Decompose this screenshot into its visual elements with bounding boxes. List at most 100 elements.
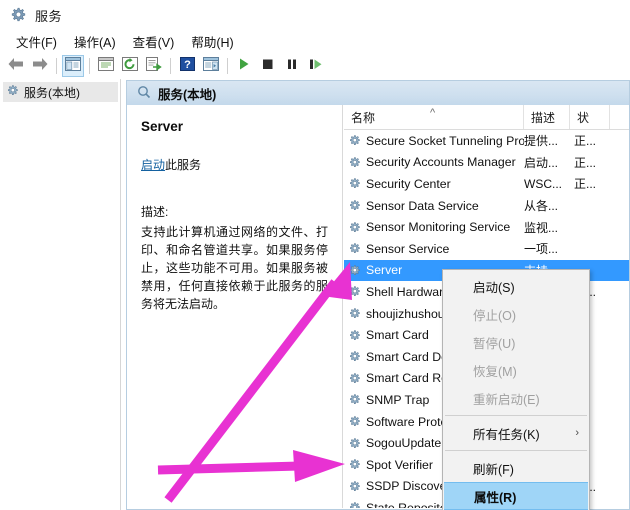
services-window: 服务 文件(F) 操作(A) 查看(V) 帮助(H) ? 服务(本地) 服务(本…	[0, 0, 630, 510]
cell-description: 监视...	[524, 220, 559, 235]
service-gear-icon	[348, 458, 361, 471]
menu-view[interactable]: 查看(V)	[125, 30, 184, 53]
service-name-label: Sensor Monitoring Service	[366, 220, 511, 235]
toolbar-pause[interactable]	[281, 55, 303, 77]
service-gear-icon	[348, 221, 361, 234]
stop-icon	[261, 57, 275, 76]
cell-name: Security Center	[344, 177, 524, 191]
service-name-label: Server	[366, 263, 403, 278]
toolbar-forward[interactable]	[29, 55, 51, 77]
service-gear-icon	[348, 242, 361, 255]
toolbar-separator-4	[227, 58, 228, 74]
menu-bar: 文件(F) 操作(A) 查看(V) 帮助(H)	[0, 30, 630, 53]
column-header-status-label: 状	[577, 110, 590, 125]
ctx-stop: 停止(O)	[443, 300, 589, 328]
cell-description: 一项...	[524, 242, 559, 257]
ctx-all-tasks-label: 所有任务(K)	[473, 427, 540, 442]
service-name-label: SNMP Trap	[366, 392, 430, 407]
cell-name: Sensor Data Service	[344, 199, 524, 213]
show-tree-icon	[65, 56, 81, 76]
cell-name: Secure Socket Tunneling Protocol...	[344, 134, 524, 148]
list-header: 名称 ^ 描述 状	[344, 105, 629, 130]
toolbar-separator-2	[89, 58, 90, 74]
service-gear-icon	[348, 372, 361, 385]
table-row[interactable]: Security Center WSC... 正...	[344, 173, 629, 195]
toolbar: ?	[0, 53, 630, 79]
cell-status: 正...	[574, 155, 597, 170]
ctx-start-label: 启动(S)	[473, 280, 515, 295]
ctx-all-tasks[interactable]: 所有任务(K) ›	[443, 419, 589, 447]
chevron-right-icon: ›	[575, 427, 579, 439]
toolbar-stop[interactable]	[257, 55, 279, 77]
ctx-restart: 重新启动(E)	[443, 384, 589, 412]
cell-name: Sensor Service	[344, 242, 524, 256]
menu-help[interactable]: 帮助(H)	[183, 30, 242, 53]
toolbar-show-tree[interactable]	[62, 55, 84, 77]
cell-status: 正...	[574, 177, 597, 192]
service-gear-icon	[348, 134, 361, 147]
table-row[interactable]: Sensor Service 一项...	[344, 238, 629, 260]
toolbar-help[interactable]: ?	[176, 55, 198, 77]
service-gear-icon	[348, 480, 361, 493]
column-header-name-label: 名称	[351, 110, 376, 125]
toolbar-start[interactable]	[233, 55, 255, 77]
table-row[interactable]: Secure Socket Tunneling Protocol...提供...…	[344, 130, 629, 152]
refresh-icon	[122, 56, 138, 76]
description-text: 支持此计算机通过网络的文件、打印、和命名管道共享。如果服务停止，这些功能不可用。…	[141, 225, 328, 311]
table-row[interactable]: Security Accounts Manager 启动... 正...	[344, 152, 629, 174]
service-gear-icon	[348, 177, 361, 190]
services-magnifier-icon	[137, 85, 151, 102]
toolbar-refresh[interactable]	[119, 55, 141, 77]
cell-description: WSC...	[524, 176, 562, 191]
column-header-description[interactable]: 描述	[524, 105, 570, 129]
context-menu-separator	[445, 415, 587, 416]
services-gear-icon	[6, 84, 19, 100]
pause-icon	[285, 57, 299, 76]
ctx-properties-label: 属性(R)	[474, 490, 517, 505]
service-name-label: Security Accounts Manager	[366, 155, 516, 170]
start-service-line: 启动此服务	[141, 156, 328, 173]
tree-node-services-local[interactable]: 服务(本地)	[3, 82, 118, 102]
tree-node-label: 服务(本地)	[24, 85, 80, 100]
start-service-suffix: 此服务	[165, 158, 202, 172]
column-header-name[interactable]: 名称 ^	[344, 105, 524, 129]
pane-header: 服务(本地)	[126, 80, 630, 105]
service-name-label: Smart Card	[366, 328, 429, 343]
cell-description: 启动...	[524, 155, 559, 170]
menu-file[interactable]: 文件(F)	[8, 30, 66, 53]
table-row[interactable]: Sensor Monitoring Service 监视...	[344, 216, 629, 238]
svg-text:?: ?	[184, 59, 191, 71]
sort-ascending-icon: ^	[430, 107, 436, 119]
service-gear-icon	[348, 415, 361, 428]
start-service-link[interactable]: 启动	[141, 158, 165, 172]
ctx-pause-label: 暂停(U)	[473, 336, 516, 351]
tree-pane: 服务(本地)	[0, 79, 121, 510]
toolbar-restart[interactable]	[305, 55, 327, 77]
toolbar-properties[interactable]	[95, 55, 117, 77]
ctx-resume: 恢复(M)	[443, 356, 589, 384]
service-gear-icon	[348, 501, 361, 508]
back-arrow-icon	[7, 57, 25, 76]
description-label: 描述:	[141, 205, 169, 219]
ctx-start[interactable]: 启动(S)	[443, 272, 589, 300]
cell-description: 提供...	[524, 134, 559, 149]
cell-status: 正...	[574, 134, 597, 149]
toolbar-separator-1	[56, 58, 57, 74]
service-gear-icon	[348, 307, 361, 320]
toolbar-export[interactable]	[143, 55, 165, 77]
toolbar-back[interactable]	[5, 55, 27, 77]
ctx-refresh[interactable]: 刷新(F)	[443, 454, 589, 482]
cell-description: 从各...	[524, 199, 559, 214]
service-name-label: Secure Socket Tunneling Protocol...	[366, 133, 524, 148]
toolbar-action-pane[interactable]	[200, 55, 222, 77]
menu-action[interactable]: 操作(A)	[66, 30, 125, 53]
window-title: 服务	[35, 8, 63, 24]
service-detail-column: Server 启动此服务 描述: 支持此计算机通过网络的文件、打印、和命名管道共…	[127, 105, 343, 508]
table-row[interactable]: Sensor Data Service 从各...	[344, 195, 629, 217]
service-gear-icon	[348, 350, 361, 363]
ctx-stop-label: 停止(O)	[473, 308, 517, 323]
context-menu-separator	[445, 450, 587, 451]
ctx-properties[interactable]: 属性(R)	[444, 482, 588, 510]
column-header-status[interactable]: 状	[570, 105, 610, 129]
export-list-icon	[146, 56, 162, 76]
